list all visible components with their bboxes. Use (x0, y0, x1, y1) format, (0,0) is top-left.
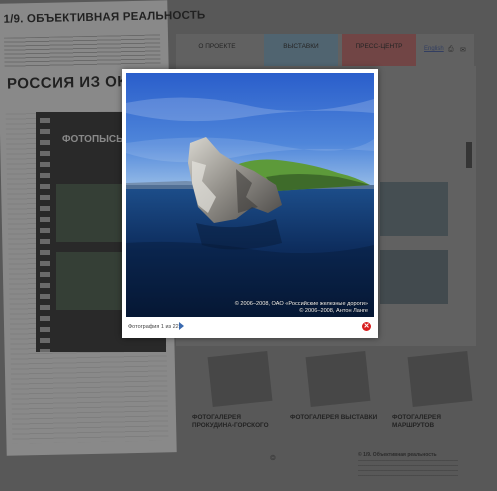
photo-credit: © 2006–2008, ОАО «Российские железные до… (235, 301, 368, 315)
photo-lightbox: © 2006–2008, ОАО «Российские железные до… (122, 69, 378, 338)
credit-line-1: © 2006–2008, ОАО «Российские железные до… (234, 301, 368, 307)
next-photo-button[interactable] (179, 322, 184, 330)
close-button[interactable]: ✕ (362, 322, 371, 331)
photo-counter: Фотография 1 из 22 (128, 324, 179, 330)
credit-line-2: © 2006–2008, Антон Ланге (299, 308, 368, 314)
rock-in-lake-photo (126, 73, 374, 317)
lightbox-status-bar: Фотография 1 из 22 ✕ (122, 317, 378, 338)
lightbox-photo[interactable]: © 2006–2008, ОАО «Российские железные до… (126, 73, 374, 317)
